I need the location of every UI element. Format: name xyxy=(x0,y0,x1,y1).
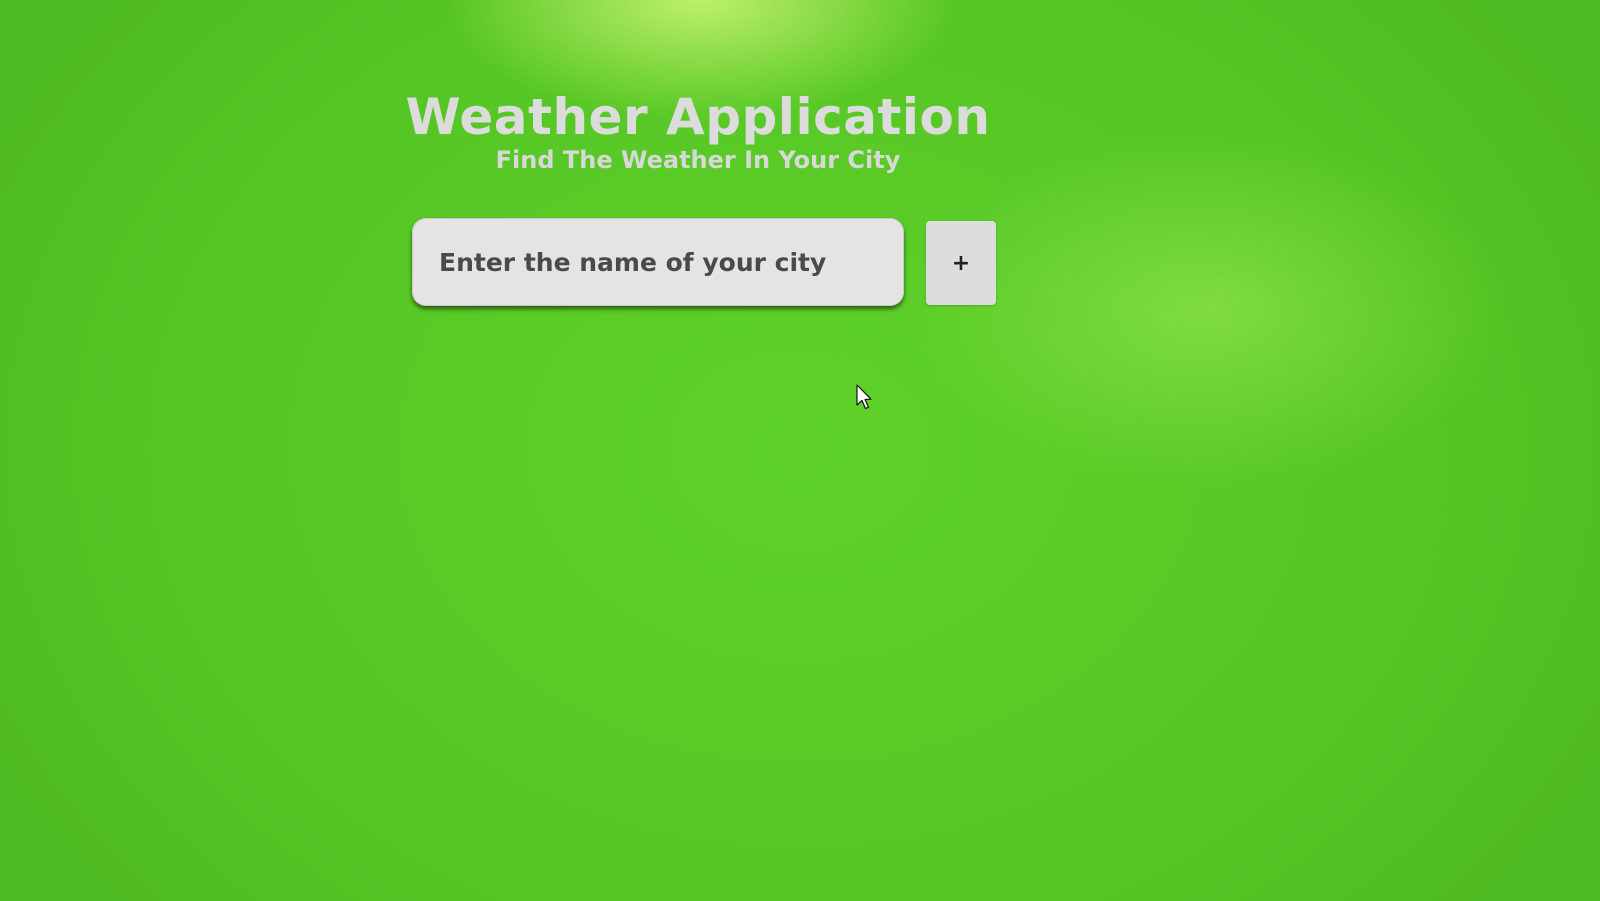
mouse-pointer-icon xyxy=(856,384,872,410)
page-subtitle: Find The Weather In Your City xyxy=(495,146,901,174)
city-search-input[interactable] xyxy=(412,218,904,306)
add-city-button[interactable]: + xyxy=(926,221,996,305)
page-header: Weather Application Find The Weather In … xyxy=(0,82,1396,174)
page-title: Weather Application xyxy=(405,88,991,146)
